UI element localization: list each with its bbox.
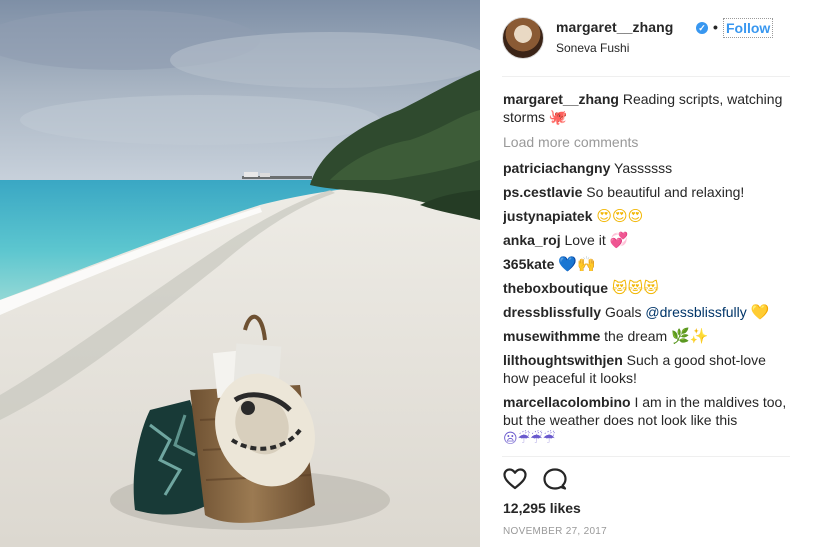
comment-item: lilthoughtswithjen Such a good shot-love… — [503, 351, 793, 387]
comment-text: So beautiful and relaxing! — [586, 184, 745, 200]
post-photo[interactable] — [0, 0, 480, 547]
comment-item: justynapiatek 😍😍😍 — [503, 207, 793, 225]
comment-text: Yassssss — [614, 160, 673, 176]
post-header: margaret__zhang ✓ • Follow Soneva Fushi — [502, 16, 790, 64]
comment-item: anka_roj Love it 💞 — [503, 231, 793, 249]
comment-bubble-icon — [543, 468, 567, 490]
comment-item: 365kate 💙🙌 — [503, 255, 793, 273]
post-side-panel: margaret__zhang ✓ • Follow Soneva Fushi … — [480, 0, 814, 547]
header-username[interactable]: margaret__zhang — [556, 19, 673, 35]
comment-username[interactable]: theboxboutique — [503, 280, 608, 296]
comment-username[interactable]: patriciachangny — [503, 160, 610, 176]
verified-badge-icon: ✓ — [696, 22, 708, 34]
avatar[interactable] — [502, 17, 544, 59]
comment-item: patriciachangny Yassssss — [503, 159, 793, 177]
like-button[interactable] — [502, 466, 528, 492]
comment-button[interactable] — [542, 466, 568, 492]
comment-text: Love it — [564, 232, 606, 248]
comment-username[interactable]: dressblissfully — [503, 304, 601, 320]
comment-item: ps.cestlavie So beautiful and relaxing! — [503, 183, 793, 201]
comment-username[interactable]: lilthoughtswithjen — [503, 352, 623, 368]
heart-eyes-cat-emoji: 😻😻😻 — [611, 279, 659, 297]
comment-username[interactable]: anka_roj — [503, 232, 561, 248]
load-more-comments-button[interactable]: Load more comments — [503, 133, 793, 151]
beach-photo-image — [0, 0, 480, 547]
follow-button[interactable]: Follow — [723, 18, 774, 38]
octopus-emoji: 🐙 — [548, 108, 568, 126]
heart-eyes-emoji: 😍😍😍 — [596, 207, 644, 225]
comment-username[interactable]: ps.cestlavie — [503, 184, 582, 200]
comment-item: dressblissfully Goals @dressblissfully 💛 — [503, 303, 793, 321]
header-separator: • — [713, 19, 718, 35]
comment-username[interactable]: musewithmme — [503, 328, 600, 344]
location-link[interactable]: Soneva Fushi — [556, 41, 629, 55]
likes-count[interactable]: 12,295 likes — [503, 500, 581, 516]
caption: margaret__zhang Reading scripts, watchin… — [503, 90, 793, 126]
comment-item: theboxboutique 😻😻😻 — [503, 279, 793, 297]
comments-list[interactable]: margaret__zhang Reading scripts, watchin… — [503, 90, 793, 452]
heart-icon — [503, 468, 527, 490]
comment-text: Goals — [604, 304, 642, 320]
blue-heart-raised-hands-emoji: 💙🙌 — [558, 255, 596, 273]
comment-username[interactable]: justynapiatek — [503, 208, 592, 224]
comment-text: the dream — [604, 328, 668, 344]
post-date[interactable]: NOVEMBER 27, 2017 — [503, 526, 607, 537]
comment-mention-link[interactable]: @dressblissfully — [645, 304, 746, 320]
comment-username[interactable]: marcellacolombino — [503, 394, 631, 410]
yellow-heart-emoji: 💛 — [750, 303, 770, 321]
comments-fade — [503, 438, 793, 452]
comment-item: musewithmme the dream 🌿✨ — [503, 327, 793, 345]
header-divider — [502, 76, 790, 77]
actions-divider — [502, 456, 790, 457]
post-actions — [502, 466, 582, 492]
caption-username[interactable]: margaret__zhang — [503, 91, 619, 107]
hearts-emoji: 💞 — [609, 231, 629, 249]
herb-sparkles-emoji: 🌿✨ — [671, 327, 709, 345]
comment-username[interactable]: 365kate — [503, 256, 554, 272]
